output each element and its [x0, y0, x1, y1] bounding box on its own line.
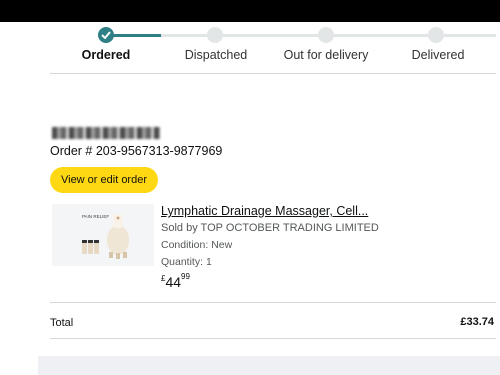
- price-whole: 44: [165, 274, 182, 290]
- divider-middle: [50, 302, 496, 303]
- step-label-out-for-delivery: Out for delivery: [283, 48, 369, 62]
- seller-info: Sold by TOP OCTOBER TRADING LIMITED: [161, 222, 379, 234]
- step-dispatched-dot: [207, 27, 223, 43]
- order-progress-tracker: Ordered Dispatched Out for delivery Deli…: [50, 22, 498, 74]
- order-number: Order # 203-9567313-9877969: [50, 144, 223, 158]
- item-quantity: Quantity: 1: [161, 256, 212, 268]
- step-ordered-check-icon: [98, 27, 114, 43]
- divider-top: [50, 73, 496, 74]
- product-image-text: PAIN RELIEF: [82, 214, 109, 219]
- step-delivered-dot: [428, 27, 444, 43]
- price-fraction: 99: [181, 272, 190, 282]
- total-value: £33.74: [460, 316, 494, 328]
- view-edit-order-button[interactable]: View or edit order: [50, 167, 158, 193]
- bottom-panel: [38, 356, 500, 375]
- top-bar: [0, 0, 500, 22]
- divider-bottom: [50, 338, 496, 339]
- item-price: £4499: [161, 272, 190, 290]
- step-label-dispatched: Dispatched: [184, 48, 248, 62]
- step-label-ordered: Ordered: [81, 48, 131, 62]
- product-thumbnail[interactable]: PAIN RELIEF: [52, 204, 154, 266]
- step-label-delivered: Delivered: [411, 48, 465, 62]
- redacted-recipient-name: [52, 127, 160, 139]
- total-label: Total: [50, 317, 74, 329]
- step-out-for-delivery-dot: [318, 27, 334, 43]
- product-title-link[interactable]: Lymphatic Drainage Massager, Cell...: [161, 204, 368, 218]
- item-condition: Condition: New: [161, 239, 233, 251]
